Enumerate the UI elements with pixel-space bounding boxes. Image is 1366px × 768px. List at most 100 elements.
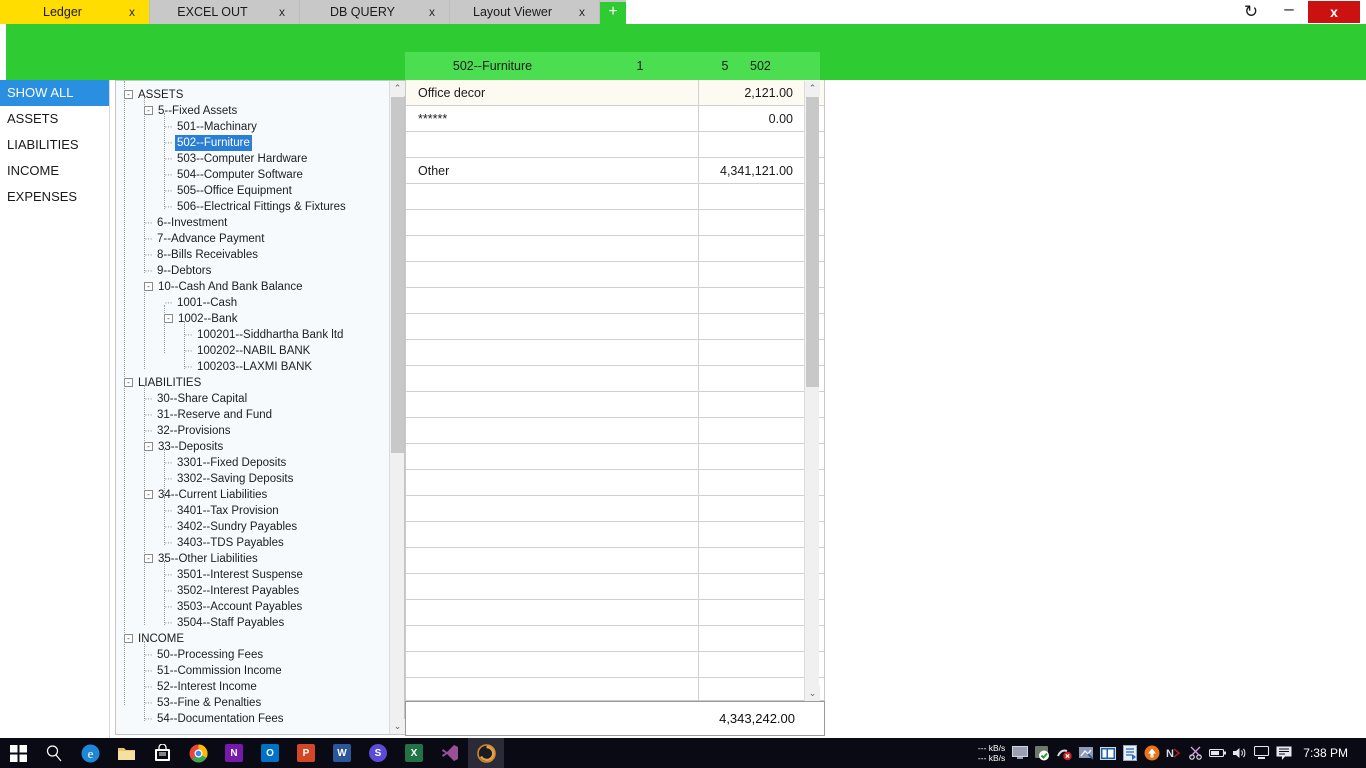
grid-cell-value[interactable] (699, 496, 803, 522)
tree-node[interactable]: ··· 504--Computer Software (116, 167, 404, 183)
grid-row[interactable] (406, 547, 824, 574)
sidebar-item-liabilities[interactable]: LIABILITIES (0, 132, 109, 158)
refresh-icon[interactable]: ↻ (1232, 0, 1270, 24)
grid-row[interactable] (406, 443, 824, 470)
grid-cell-name[interactable]: Office decor (406, 80, 699, 106)
grid-row[interactable] (406, 625, 824, 652)
tree-node[interactable]: ··· 100201--Siddhartha Bank ltd (116, 327, 404, 343)
grid-cell-name[interactable] (406, 209, 699, 236)
excel-icon[interactable]: X (396, 738, 432, 768)
tree-expander-icon[interactable]: - (144, 490, 153, 499)
tab-close-icon[interactable]: x (575, 5, 589, 19)
battery-icon[interactable] (1207, 738, 1229, 768)
sidebar-item-expenses[interactable]: EXPENSES (0, 184, 109, 210)
panel-icon[interactable] (1097, 738, 1119, 768)
grid-row[interactable] (406, 391, 824, 418)
tree-node[interactable]: ··· 501--Machinary (116, 119, 404, 135)
grid-cell-value[interactable] (699, 132, 803, 158)
grid-cell-value[interactable]: 2,121.00 (699, 80, 803, 106)
tree-expander-icon[interactable]: - (164, 314, 173, 323)
grid-row[interactable] (406, 521, 824, 548)
grid-row[interactable] (406, 677, 824, 700)
tree-node[interactable]: ··· 3403--TDS Payables (116, 535, 404, 551)
tab-close-icon[interactable]: x (425, 5, 439, 19)
grid-scroll-up-icon[interactable]: ⌃ (805, 81, 820, 96)
grid-cell-value[interactable] (699, 262, 803, 288)
grid-scrollbar[interactable]: ⌃ ⌄ (804, 81, 820, 701)
tree-node[interactable]: ··· 3501--Interest Suspense (116, 567, 404, 583)
tab-db-query[interactable]: DB QUERY x (300, 0, 450, 24)
tree-node[interactable]: ··· 100203--LAXMI BANK (116, 359, 404, 375)
tree-node[interactable]: ··· 100202--NABIL BANK (116, 343, 404, 359)
tree-node[interactable]: -35--Other Liabilities (116, 551, 404, 567)
grid-cell-name[interactable] (406, 443, 699, 470)
tree-node[interactable]: ··· 1001--Cash (116, 295, 404, 311)
tree-node[interactable]: -33--Deposits (116, 439, 404, 455)
grid-row[interactable]: ****** 0.00 (406, 105, 824, 132)
powerpoint-icon[interactable]: P (288, 738, 324, 768)
monitor-icon[interactable] (1009, 738, 1031, 768)
grid-cell-name[interactable] (406, 547, 699, 574)
tree-expander-icon[interactable]: - (144, 106, 153, 115)
tree-node[interactable]: - LIABILITIES (116, 375, 404, 391)
grid-cell-name[interactable] (406, 599, 699, 626)
tree-node[interactable]: ··· 502--Furniture (116, 135, 404, 151)
tree-node[interactable]: ··· 51--Commission Income (116, 663, 404, 679)
tree-node[interactable]: ··· 3504--Staff Payables (116, 615, 404, 631)
grid-row[interactable] (406, 313, 824, 340)
tree-node[interactable]: ··· 505--Office Equipment (116, 183, 404, 199)
tree-node[interactable]: -5--Fixed Assets (116, 103, 404, 119)
document-icon[interactable] (1119, 738, 1141, 768)
nvidia-icon[interactable]: N (1163, 738, 1185, 768)
grid-cell-name[interactable] (406, 469, 699, 496)
grid-cell-value[interactable] (699, 314, 803, 340)
tree-node[interactable]: - ASSETS (116, 87, 404, 103)
grid-cell-value[interactable] (699, 444, 803, 470)
grid-row[interactable] (406, 287, 824, 314)
tree-node[interactable]: ··· 503--Computer Hardware (116, 151, 404, 167)
tree-node[interactable]: ··· 506--Electrical Fittings & Fixtures (116, 199, 404, 215)
tree-expander-icon[interactable]: - (144, 554, 153, 563)
file-explorer-icon[interactable] (108, 738, 144, 768)
grid-cell-value[interactable] (699, 236, 803, 262)
snip-icon[interactable] (1185, 738, 1207, 768)
tab-ledger[interactable]: Ledger x (0, 0, 150, 24)
start-icon[interactable] (0, 738, 36, 768)
tree-node[interactable]: ··· 9--Debtors (116, 263, 404, 279)
grid-cell-value[interactable] (699, 574, 803, 600)
tree-scroll-thumb[interactable] (391, 97, 404, 453)
taskbar-clock[interactable]: 7:38 PM (1295, 746, 1360, 760)
grid-cell-value[interactable] (699, 288, 803, 314)
grid-row[interactable] (406, 469, 824, 496)
search-icon[interactable] (36, 738, 72, 768)
tree-expander-icon[interactable]: - (124, 90, 133, 99)
tree-node[interactable]: - INCOME (116, 631, 404, 647)
tree-expander-icon[interactable]: - (124, 378, 133, 387)
tree-node[interactable]: ··· 3402--Sundry Payables (116, 519, 404, 535)
grid-cell-name[interactable] (406, 235, 699, 262)
active-app-icon[interactable] (468, 738, 504, 768)
outlook-icon[interactable]: O (252, 738, 288, 768)
tree-node[interactable]: ··· 30--Share Capital (116, 391, 404, 407)
grid-row[interactable] (406, 651, 824, 678)
tree-node[interactable]: ··· 52--Interest Income (116, 679, 404, 695)
grid-cell-value[interactable] (699, 652, 803, 678)
tree-expander-icon[interactable]: - (124, 634, 133, 643)
grid-cell-value[interactable] (699, 418, 803, 444)
grid-row[interactable]: Office decor 2,121.00 (406, 80, 824, 106)
tree-node[interactable]: -10--Cash And Bank Balance (116, 279, 404, 295)
grid-cell-name[interactable] (406, 339, 699, 366)
close-button[interactable]: x (1308, 1, 1360, 23)
tree-node[interactable]: ··· 31--Reserve and Fund (116, 407, 404, 423)
tab-layout-viewer[interactable]: Layout Viewer x (450, 0, 600, 24)
grid-row[interactable] (406, 339, 824, 366)
tree-scrollbar[interactable]: ⌃ ⌄ (389, 81, 405, 734)
blocked-icon[interactable] (1053, 738, 1075, 768)
chrome-icon[interactable] (180, 738, 216, 768)
grid-row[interactable] (406, 417, 824, 444)
grid-cell-name[interactable]: Other (406, 157, 699, 184)
tree-node[interactable]: ··· 3301--Fixed Deposits (116, 455, 404, 471)
grid-cell-value[interactable]: 4,341,121.00 (699, 158, 803, 184)
grid-cell-name[interactable] (406, 625, 699, 652)
tree-node[interactable]: ··· 3503--Account Payables (116, 599, 404, 615)
